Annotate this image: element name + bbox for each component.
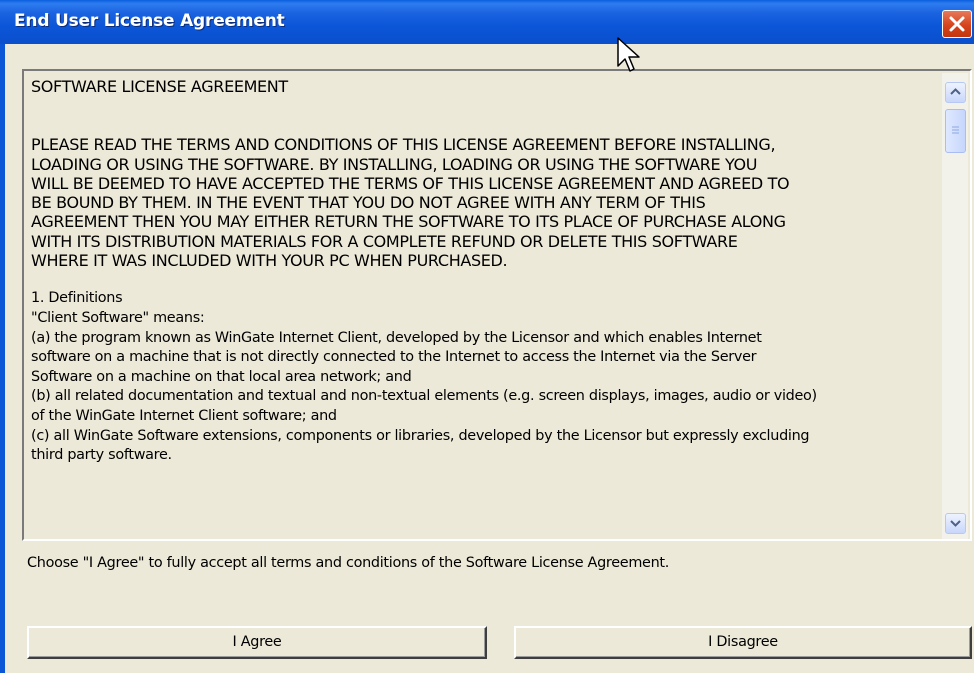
instruction-text: Choose "I Agree" to fully accept all ter… [27,555,670,571]
vertical-scrollbar[interactable] [942,73,968,539]
license-caps-line: WITH ITS DISTRIBUTION MATERIALS FOR A CO… [31,231,738,251]
license-dialog: End User License Agreement SOFTWARE LICE… [0,0,974,673]
license-body-line: software on a machine that is not direct… [31,349,757,366]
license-caps-line: BE BOUND BY THEM. IN THE EVENT THAT YOU … [31,193,706,213]
window-title: End User License Agreement [14,11,285,31]
license-body-line: "Client Software" means: [31,309,205,326]
license-text-content: SOFTWARE LICENSE AGREEMENT PLEASE READ T… [26,73,941,537]
license-body-line: (b) all related documentation and textua… [31,388,817,405]
license-caps-line: WHERE IT WAS INCLUDED WITH YOUR PC WHEN … [31,251,508,271]
window-border [0,44,5,673]
title-bar[interactable]: End User License Agreement [0,0,974,44]
license-caps-line: LOADING OR USING THE SOFTWARE. BY INSTAL… [31,154,758,174]
license-body-line: Software on a machine on that local area… [31,368,412,385]
scroll-thumb[interactable] [945,109,966,153]
license-body-line: (c) all WinGate Software extensions, com… [31,427,810,444]
mouse-pointer-icon [617,37,640,72]
license-body-line: 1. Definitions [31,290,123,307]
close-icon [949,16,965,32]
disagree-button[interactable]: I Disagree [514,626,972,659]
close-button[interactable] [942,10,972,38]
license-caps-line: AGREEMENT THEN YOU MAY EITHER RETURN THE… [31,212,786,232]
license-body-line: (a) the program known as WinGate Interne… [31,329,762,346]
license-caps-line: PLEASE READ THE TERMS AND CONDITIONS OF … [31,135,776,155]
license-body-line: of the WinGate Internet Client software;… [31,407,337,424]
agree-button[interactable]: I Agree [27,626,487,659]
license-caps-line: WILL BE DEEMED TO HAVE ACCEPTED THE TERM… [31,173,790,193]
license-text-box[interactable]: SOFTWARE LICENSE AGREEMENT PLEASE READ T… [22,69,972,541]
license-body-line: third party software. [31,447,172,464]
scroll-up-arrow-icon [950,88,961,95]
scroll-down-button[interactable] [945,513,966,534]
grip-icon [952,126,959,134]
scroll-down-arrow-icon [950,520,961,527]
license-heading: SOFTWARE LICENSE AGREEMENT [31,77,288,96]
scroll-up-button[interactable] [945,82,966,103]
